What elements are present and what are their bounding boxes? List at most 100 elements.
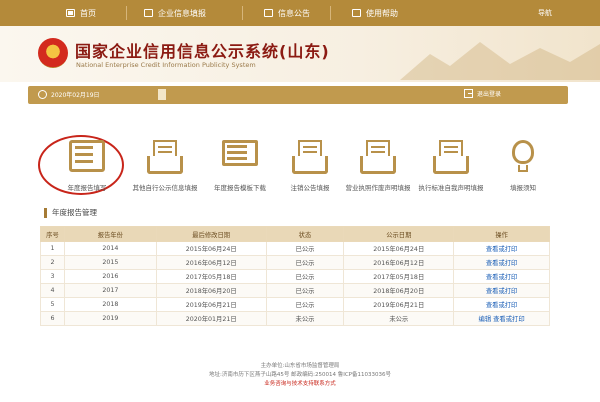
table-cell: 2015	[63, 255, 157, 270]
site-header: 国家企业信用信息公示系统(山东) National Enterprise Cre…	[0, 26, 600, 82]
column-header: 公示日期	[343, 226, 455, 242]
inbox-icon	[360, 140, 396, 174]
nav-help[interactable]: 使用帮助	[346, 0, 404, 26]
nav-home-label: 首页	[80, 8, 96, 18]
table-cell: 2018年06月20日	[155, 283, 267, 298]
footer-support-link[interactable]: 业务咨询与技术支持联系方式	[0, 380, 600, 389]
annual-report-table: 序号 报告年份 最后修改日期 状态 公示日期 操作 1 2014 2015年06…	[40, 226, 550, 326]
nav-divider	[242, 6, 243, 20]
table-row: 5 2018 2019年06月21日 已公示 2019年06月21日 查看或打印	[40, 297, 550, 312]
column-header: 操作	[453, 226, 550, 242]
lightbulb-icon	[505, 140, 541, 174]
function-annual-report[interactable]: 年度报告填写	[52, 140, 122, 192]
footer-organizer: 主办单位:山东省市场监督管理局	[260, 363, 340, 369]
section-title-text: 年度报告管理	[52, 208, 97, 217]
table-cell: 2019	[63, 311, 157, 326]
function-standard-declaration[interactable]: 执行标准自我声明填报	[416, 140, 486, 192]
table-header-row: 序号 报告年份 最后修改日期 状态 公示日期 操作	[40, 226, 550, 242]
table-cell: 已公示	[265, 283, 345, 298]
table-cell: 已公示	[265, 255, 345, 270]
logout-button[interactable]: 退出登录	[464, 89, 501, 98]
function-label: 年度报告填写	[67, 184, 107, 192]
user-bar: 2020年02月19日 退出登录	[28, 86, 568, 104]
table-cell: 2020年01月21日	[155, 311, 267, 326]
function-template-download[interactable]: 年度报告模板下载	[205, 140, 275, 192]
function-label: 填报须知	[510, 184, 536, 192]
top-navigation: 首页 企业信息填报 信息公告 使用帮助 导航	[0, 0, 600, 26]
inbox-icon	[292, 140, 328, 174]
logout-label: 退出登录	[477, 91, 502, 98]
table-cell: 2019年06月21日	[155, 297, 267, 312]
column-header: 报告年份	[63, 226, 157, 242]
table-row: 1 2014 2015年06月24日 已公示 2015年06月24日 查看或打印	[40, 241, 550, 256]
table-cell: 2015年06月24日	[155, 241, 267, 256]
logout-icon	[464, 89, 473, 98]
view-print-link[interactable]: 查看或打印	[453, 269, 550, 284]
table-cell: 5	[40, 297, 65, 312]
table-cell: 2014	[63, 241, 157, 256]
table-cell: 2019年06月21日	[343, 297, 455, 312]
function-label: 年度报告模板下载	[214, 184, 266, 192]
section-title: 年度报告管理	[44, 207, 97, 218]
table-cell: 2017年05月18日	[155, 269, 267, 284]
function-cancellation-notice[interactable]: 注销公告填报	[275, 140, 345, 192]
site-title: 国家企业信用信息公示系统(山东)	[75, 42, 330, 61]
clock-icon	[38, 90, 47, 99]
table-cell: 未公示	[343, 311, 455, 326]
table-cell: 3	[40, 269, 65, 284]
table-cell: 2018	[63, 297, 157, 312]
function-panel: 年度报告填写 其他自行公示信息填报 年度报告模板下载 注销公告填报 营业执照作废…	[40, 140, 580, 200]
column-header: 序号	[40, 226, 65, 242]
nav-help-label: 使用帮助	[366, 8, 398, 18]
nav-report[interactable]: 企业信息填报	[138, 0, 212, 26]
function-other-disclosure[interactable]: 其他自行公示信息填报	[130, 140, 200, 192]
table-cell: 2017年05月18日	[343, 269, 455, 284]
nav-guide-label: 导航	[538, 9, 552, 17]
current-date: 2020年02月19日	[51, 92, 100, 99]
table-cell: 4	[40, 283, 65, 298]
nav-notice[interactable]: 信息公告	[258, 0, 316, 26]
function-license-void[interactable]: 营业执照作废声明填报	[343, 140, 413, 192]
edit-view-print-link[interactable]: 编辑 查看或打印	[453, 311, 550, 326]
table-cell: 2017	[63, 283, 157, 298]
table-cell: 2016年06月12日	[343, 255, 455, 270]
table-cell: 未公示	[265, 311, 345, 326]
site-subtitle: National Enterprise Credit Information P…	[76, 61, 256, 69]
pencil-icon	[69, 140, 105, 174]
table-cell: 已公示	[265, 241, 345, 256]
table-row: 2 2015 2016年06月12日 已公示 2016年06月12日 查看或打印	[40, 255, 550, 270]
page-footer: 主办单位:山东省市场监督管理局 地址:济南市历下区燕子山路45号 邮政编码:25…	[0, 362, 600, 389]
function-filing-notes[interactable]: 填报须知	[488, 140, 558, 192]
table-row: 4 2017 2018年06月20日 已公示 2018年06月20日 查看或打印	[40, 283, 550, 298]
view-print-link[interactable]: 查看或打印	[453, 241, 550, 256]
section-marker	[44, 207, 47, 218]
table-cell: 2016	[63, 269, 157, 284]
inbox-icon	[433, 140, 469, 174]
function-label: 注销公告填报	[290, 184, 330, 192]
function-label: 执行标准自我声明填报	[418, 184, 484, 192]
function-label: 营业执照作废声明填报	[345, 184, 411, 192]
nav-guide[interactable]: 导航	[532, 0, 558, 26]
table-cell: 2016年06月12日	[155, 255, 267, 270]
view-print-link[interactable]: 查看或打印	[453, 283, 550, 298]
help-icon	[352, 9, 361, 17]
table-cell: 2018年06月20日	[343, 283, 455, 298]
form-icon	[144, 9, 153, 17]
table-cell: 1	[40, 241, 65, 256]
inbox-icon	[147, 140, 183, 174]
table-cell: 已公示	[265, 297, 345, 312]
table-cell: 2	[40, 255, 65, 270]
view-print-link[interactable]: 查看或打印	[453, 297, 550, 312]
column-header: 状态	[265, 226, 345, 242]
column-header: 最后修改日期	[155, 226, 267, 242]
view-print-link[interactable]: 查看或打印	[453, 255, 550, 270]
mountain-decoration	[400, 42, 600, 80]
table-row: 3 2016 2017年05月18日 已公示 2017年05月18日 查看或打印	[40, 269, 550, 284]
nav-home[interactable]: 首页	[60, 0, 102, 26]
nav-notice-label: 信息公告	[278, 8, 310, 18]
nav-divider	[126, 6, 127, 20]
function-label: 其他自行公示信息填报	[132, 184, 198, 192]
user-icon	[158, 89, 166, 100]
footer-address: 地址:济南市历下区燕子山路45号 邮政编码:250014 鲁ICP备110330…	[209, 372, 391, 378]
national-emblem-icon	[38, 38, 68, 68]
